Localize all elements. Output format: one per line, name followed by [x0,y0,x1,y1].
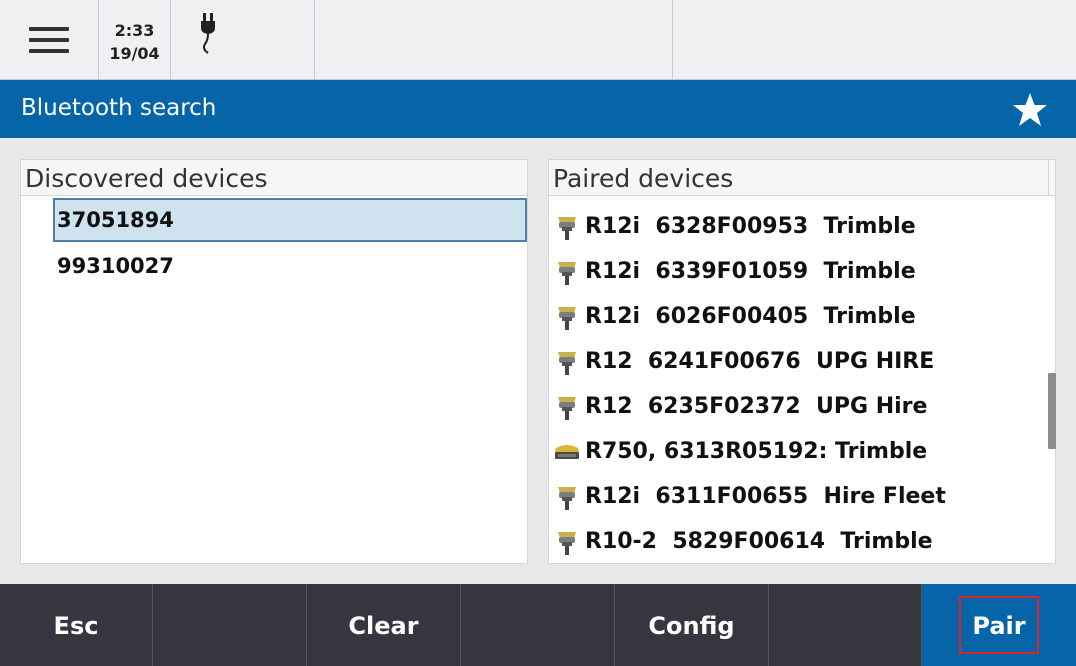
softkey-bar: Esc Clear Config Pair [0,584,1076,666]
paired-devices-header: Paired devices [549,160,1055,196]
paired-devices-header-label: Paired devices [553,164,734,193]
paired-device-label: R12i 6339F01059 Trimble [585,259,916,284]
discovered-devices-header: Discovered devices [21,160,527,196]
paired-device-label: R12i 6328F00953 Trimble [585,214,916,239]
gnss-receiver-icon [553,528,581,556]
softkey-empty-1 [153,584,307,666]
clock-time: 2:33 [114,21,155,40]
softkey-empty-2 [461,584,615,666]
paired-device-item[interactable]: R12i 6311F00655 Hire Fleet [549,474,1044,519]
discovered-device-item[interactable]: 37051894 [53,198,527,242]
pair-button[interactable]: Pair [922,584,1076,666]
gnss-receiver-icon [553,393,581,421]
power-plug-icon [201,13,215,54]
clock-display[interactable]: 2:33 19/04 [99,0,171,79]
power-status[interactable] [171,0,315,79]
paired-device-item[interactable]: R12 6235F02372 UPG Hire [549,384,1044,429]
softkey-empty-3 [769,584,922,666]
esc-button[interactable]: Esc [0,584,153,666]
paired-device-label: R750, 6313R05192: Trimble [585,439,928,464]
paired-list-scrollbar[interactable] [1048,373,1056,449]
paired-device-label: R12 6235F02372 UPG Hire [585,394,928,419]
paired-device-item[interactable]: R12i 6339F01059 Trimble [549,249,1044,294]
clear-button[interactable]: Clear [307,584,461,666]
gnss-receiver-icon [553,258,581,286]
paired-device-label: R12i 6026F00405 Trimble [585,304,916,329]
paired-device-item[interactable]: R12 6241F00676 UPG HIRE [549,339,1044,384]
status-slot [315,0,673,79]
discovered-devices-panel: Discovered devices 37051894 99310027 [20,159,528,564]
base-receiver-icon [553,438,581,466]
menu-button[interactable] [0,0,99,79]
status-bar: 2:33 19/04 [0,0,1076,80]
config-button[interactable]: Config [615,584,769,666]
discovered-device-item[interactable]: 99310027 [53,244,527,288]
star-icon[interactable] [1008,90,1052,130]
paired-device-item[interactable]: R12i 6328F00953 Trimble [549,204,1044,249]
paired-device-item[interactable]: R750, 6313R05192: Trimble [549,429,1044,474]
paired-device-item[interactable]: R10-2 5829F00614 Trimble [549,519,1044,563]
gnss-receiver-icon [553,348,581,376]
paired-device-label: R12i 6311F00655 Hire Fleet [585,484,946,509]
favorite-button[interactable] [1008,90,1052,130]
paired-devices-panel: Paired devices R12i 6328F00953 Trimble R1… [548,159,1056,564]
title-bar: Bluetooth search [0,80,1076,138]
clock-date: 19/04 [109,44,160,63]
paired-device-label: R10-2 5829F00614 Trimble [585,529,933,554]
gnss-receiver-icon [553,303,581,331]
gnss-receiver-icon [553,213,581,241]
paired-device-item[interactable]: R12i 6026F00405 Trimble [549,294,1044,339]
paired-device-label: R12 6241F00676 UPG HIRE [585,349,935,374]
page-title: Bluetooth search [21,95,217,121]
gnss-receiver-icon [553,483,581,511]
